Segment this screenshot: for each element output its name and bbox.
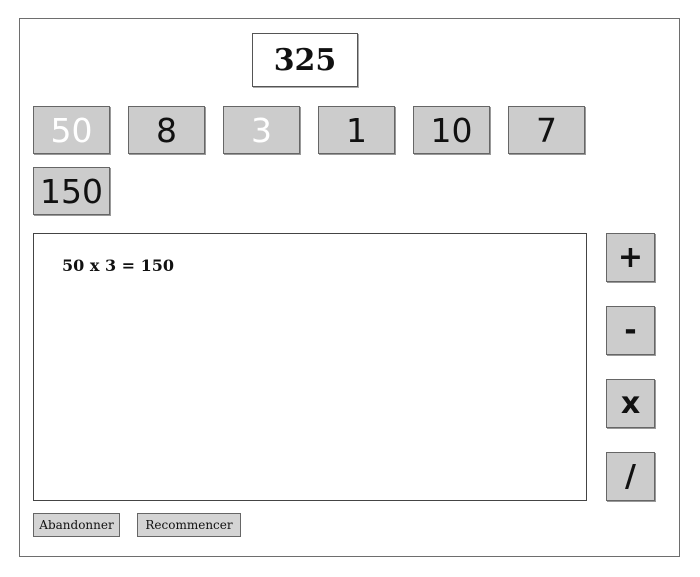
number-tile[interactable]: 1 — [318, 106, 395, 154]
number-tile[interactable]: 3 — [223, 106, 300, 154]
operation-line: 50 x 3 = 150 — [62, 256, 175, 275]
operations-log: 50 x 3 = 150 — [33, 233, 587, 501]
abandon-button[interactable]: Abandonner — [33, 513, 120, 537]
number-tile[interactable]: 50 — [33, 106, 110, 154]
add-button[interactable]: + — [606, 233, 655, 282]
number-tile[interactable]: 10 — [413, 106, 490, 154]
target-number: 325 — [252, 33, 358, 87]
number-tile[interactable]: 8 — [128, 106, 205, 154]
divide-button[interactable]: / — [606, 452, 655, 501]
restart-button[interactable]: Recommencer — [137, 513, 241, 537]
subtract-button[interactable]: - — [606, 306, 655, 355]
number-tile[interactable]: 7 — [508, 106, 585, 154]
result-tile[interactable]: 150 — [33, 167, 110, 215]
multiply-button[interactable]: x — [606, 379, 655, 428]
